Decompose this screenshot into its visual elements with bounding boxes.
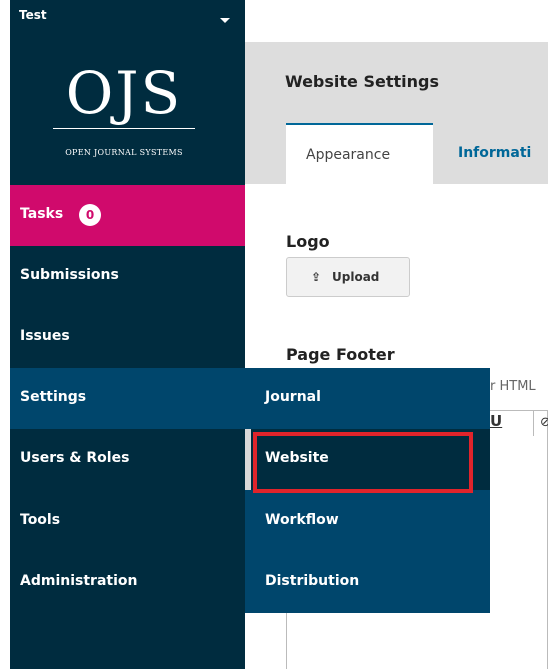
context-name: Test [19, 8, 47, 22]
logo-section-heading: Logo [286, 232, 330, 251]
page-title: Website Settings [285, 72, 439, 91]
sidebar-item-submissions[interactable]: Submissions [10, 246, 245, 307]
highlight-annotation [253, 432, 473, 493]
page-footer-heading: Page Footer [286, 345, 395, 364]
submenu-item-distribution[interactable]: Distribution [245, 552, 490, 613]
sidebar-item-label: Submissions [20, 267, 119, 283]
sidebar-item-label: Tools [20, 512, 61, 528]
ojs-logo[interactable]: OJS OPEN JOURNAL SYSTEMS [49, 60, 199, 164]
underline-button[interactable]: U [490, 412, 502, 430]
link-button[interactable]: ⊘ [533, 410, 548, 436]
submenu-item-label: Journal [265, 389, 321, 405]
helper-text: r HTML [490, 379, 536, 394]
logo-subtitle: OPEN JOURNAL SYSTEMS [65, 148, 183, 157]
sidebar-item-label: Administration [20, 573, 138, 589]
submenu-item-journal[interactable]: Journal [245, 368, 490, 429]
sidebar-item-label: Issues [20, 328, 70, 344]
logo-wordmark: OJS [65, 59, 183, 127]
sidebar-item-label: Users & Roles [20, 450, 130, 466]
submenu-item-label: Workflow [265, 512, 339, 528]
sidebar-item-users-roles[interactable]: Users & Roles [10, 429, 245, 490]
submenu-item-label: Distribution [265, 573, 360, 589]
upload-button[interactable]: ⇪ Upload [286, 257, 410, 297]
caret-down-icon[interactable] [220, 18, 230, 23]
context-switcher[interactable]: Test [10, 0, 245, 42]
logo-divider [53, 128, 195, 129]
sidebar-item-issues[interactable]: Issues [10, 307, 245, 368]
sidebar-item-settings[interactable]: Settings [10, 368, 245, 429]
sidebar-item-administration[interactable]: Administration [10, 552, 245, 613]
sidebar-item-label: Tasks [20, 206, 64, 222]
tab-appearance[interactable]: Appearance [286, 123, 433, 185]
link-icon: ⊘ [540, 415, 548, 430]
tab-information[interactable]: Informati [458, 145, 531, 161]
sidebar-item-tasks[interactable]: Tasks 0 [10, 185, 245, 246]
upload-icon: ⇪ [311, 270, 322, 284]
tasks-count-badge: 0 [79, 204, 101, 226]
upload-label: Upload [332, 270, 380, 284]
tab-label: Appearance [306, 147, 391, 163]
sidebar-item-tools[interactable]: Tools [10, 491, 245, 552]
submenu-item-workflow[interactable]: Workflow [245, 491, 490, 552]
sidebar-item-label: Settings [20, 389, 87, 405]
